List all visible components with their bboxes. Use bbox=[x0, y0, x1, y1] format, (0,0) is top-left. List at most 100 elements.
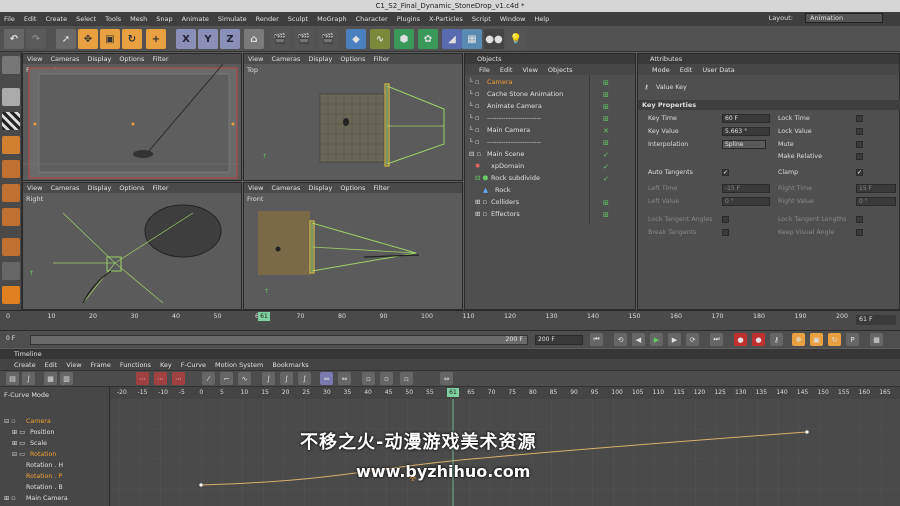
object-row-camera[interactable]: └ ▫ Camera bbox=[469, 76, 609, 88]
vp-menu-display[interactable]: Display bbox=[87, 184, 111, 192]
autokey-icon[interactable]: ● bbox=[752, 333, 765, 346]
points-mode-icon[interactable] bbox=[2, 160, 20, 178]
menu-mesh[interactable]: Mesh bbox=[130, 15, 147, 23]
model-mode-icon[interactable] bbox=[2, 88, 20, 106]
ripple-icon[interactable]: ▦ bbox=[44, 372, 57, 385]
step-icon[interactable]: ⌐ bbox=[220, 372, 233, 385]
cube-icon[interactable]: ◆ bbox=[346, 29, 366, 49]
object-row[interactable]: └ ▫ Main Camera bbox=[469, 124, 609, 136]
zero-key-icon[interactable]: ⋯ bbox=[172, 372, 185, 385]
object-row[interactable]: └ ▫ Cache Stone Animation bbox=[469, 88, 609, 100]
objects-menu-view[interactable]: View bbox=[522, 66, 537, 74]
vp-menu-options[interactable]: Options bbox=[119, 55, 144, 63]
undo-icon[interactable]: ↶ bbox=[4, 29, 24, 49]
object-row[interactable]: ▲ Rock bbox=[469, 184, 609, 196]
vp-menu-cameras[interactable]: Cameras bbox=[271, 184, 300, 192]
viewport-right[interactable]: View Cameras Display Options Filter Righ… bbox=[22, 182, 242, 310]
play-icon[interactable]: ▶ bbox=[650, 333, 663, 346]
object-row[interactable]: ⊟ ▫ Main Scene bbox=[469, 148, 609, 160]
start-frame-field[interactable]: 0 F bbox=[4, 335, 26, 345]
render-settings-icon[interactable]: 🎬 bbox=[318, 29, 338, 49]
vp-menu-options[interactable]: Options bbox=[340, 184, 365, 192]
track-rotation-b[interactable]: Rotation . B bbox=[4, 482, 63, 493]
subdivision-icon[interactable]: ⬢ bbox=[394, 29, 414, 49]
make-relative-checkbox[interactable] bbox=[856, 153, 863, 160]
tl-menu-frame[interactable]: Frame bbox=[91, 361, 111, 369]
track-scale[interactable]: ⊞ ▭ Scale bbox=[4, 438, 47, 449]
ease-ease-icon[interactable]: ∫ bbox=[298, 372, 311, 385]
workplane-icon[interactable] bbox=[2, 136, 20, 154]
go-to-end-icon[interactable]: ⏭ bbox=[710, 333, 723, 346]
key-parameter-icon[interactable]: P bbox=[846, 333, 859, 346]
magnet-icon[interactable] bbox=[2, 286, 20, 304]
linear-icon[interactable]: ⁄ bbox=[202, 372, 215, 385]
rotate-icon[interactable]: ↻ bbox=[122, 29, 142, 49]
keep-visual-angle-checkbox[interactable] bbox=[856, 229, 863, 236]
tweak-icon[interactable] bbox=[2, 262, 20, 280]
menu-mograph[interactable]: MoGraph bbox=[317, 15, 347, 23]
current-frame-field[interactable]: 61 F bbox=[856, 315, 896, 325]
timeline-ruler[interactable]: -20-15-10-505101520253035404550556065707… bbox=[111, 387, 900, 399]
menu-select[interactable]: Select bbox=[76, 15, 96, 23]
end-frame-field[interactable]: 200 F bbox=[535, 335, 583, 345]
snap-icon[interactable]: ▫ bbox=[400, 372, 413, 385]
vp-menu-options[interactable]: Options bbox=[119, 184, 144, 192]
track-rotation[interactable]: ⊟ ▭ Rotation bbox=[4, 449, 56, 460]
next-key-icon[interactable]: ⟳ bbox=[686, 333, 699, 346]
tl-menu-create[interactable]: Create bbox=[14, 361, 36, 369]
record-icon[interactable]: ● bbox=[734, 333, 747, 346]
deformer-icon[interactable]: ◢ bbox=[442, 29, 462, 49]
go-to-start-icon[interactable]: ⏮ bbox=[590, 333, 603, 346]
vp-menu-view[interactable]: View bbox=[248, 55, 263, 63]
menu-simulate[interactable]: Simulate bbox=[218, 15, 247, 23]
lock-tangent-angles-checkbox[interactable] bbox=[722, 216, 729, 223]
menu-tools[interactable]: Tools bbox=[105, 15, 121, 23]
track-position[interactable]: ⊞ ▭ Position bbox=[4, 427, 55, 438]
scale-icon[interactable]: ▣ bbox=[100, 29, 120, 49]
lock-value-checkbox[interactable] bbox=[856, 128, 863, 135]
tl-menu-edit[interactable]: Edit bbox=[45, 361, 58, 369]
lock-time-checkbox[interactable] bbox=[856, 115, 863, 122]
vp-menu-filter[interactable]: Filter bbox=[152, 55, 168, 63]
tl-menu-key[interactable]: Key bbox=[160, 361, 172, 369]
key-scale-icon[interactable]: ▣ bbox=[810, 333, 823, 346]
key-rotation-icon[interactable]: ↻ bbox=[828, 333, 841, 346]
vp-menu-cameras[interactable]: Cameras bbox=[271, 55, 300, 63]
light-icon[interactable]: 💡 bbox=[506, 29, 526, 49]
current-frame-marker[interactable]: 61 bbox=[258, 312, 270, 321]
menu-window[interactable]: Window bbox=[500, 15, 526, 23]
menu-x-particles[interactable]: X-Particles bbox=[429, 15, 463, 23]
tl-menu-motion-system[interactable]: Motion System bbox=[215, 361, 263, 369]
region-icon[interactable]: ▫ bbox=[380, 372, 393, 385]
left-time-field[interactable]: -15 F bbox=[722, 184, 770, 193]
mograph-cloner-icon[interactable]: ✿ bbox=[418, 29, 438, 49]
objects-menu-file[interactable]: File bbox=[479, 66, 490, 74]
render-view-icon[interactable]: 🎬 bbox=[270, 29, 290, 49]
next-frame-icon[interactable]: ▶ bbox=[668, 333, 681, 346]
z-axis-icon[interactable]: Z bbox=[220, 29, 240, 49]
texture-mode-icon[interactable] bbox=[2, 112, 20, 130]
attributes-menu-edit[interactable]: Edit bbox=[680, 66, 693, 74]
key-value-field[interactable]: 5.663 ° bbox=[722, 127, 770, 136]
menu-file[interactable]: File bbox=[4, 15, 15, 23]
track-main-camera[interactable]: ⊞ ▫ Main Camera bbox=[4, 493, 68, 504]
menu-create[interactable]: Create bbox=[45, 15, 67, 23]
auto-tangents-checkbox[interactable]: ✓ bbox=[722, 169, 729, 176]
menu-script[interactable]: Script bbox=[472, 15, 491, 23]
menu-animate[interactable]: Animate bbox=[182, 15, 209, 23]
vp-menu-view[interactable]: View bbox=[27, 55, 42, 63]
object-row[interactable]: ⊞ ▫ Colliders bbox=[469, 196, 609, 208]
viewport-front[interactable]: View Cameras Display Options Filter Fron… bbox=[243, 182, 463, 310]
object-row[interactable]: └ ▫ ----------------------- bbox=[469, 136, 609, 148]
key-time-field[interactable]: 60 F bbox=[722, 114, 770, 123]
frame-selected-icon[interactable]: ⇔ bbox=[338, 372, 351, 385]
make-editable-icon[interactable] bbox=[2, 56, 20, 74]
lock-tangent-lengths-checkbox[interactable] bbox=[856, 216, 863, 223]
objects-menu-objects[interactable]: Objects bbox=[548, 66, 573, 74]
y-axis-icon[interactable]: Y bbox=[198, 29, 218, 49]
timeline-frame-marker[interactable]: 61 bbox=[447, 388, 459, 397]
frame-ruler[interactable]: 0102030405060708090100110120130140150160… bbox=[0, 310, 900, 330]
add-key-icon[interactable]: ⋯ bbox=[136, 372, 149, 385]
mute-checkbox[interactable] bbox=[856, 141, 863, 148]
key-mode-icon[interactable]: ▤ bbox=[6, 372, 19, 385]
